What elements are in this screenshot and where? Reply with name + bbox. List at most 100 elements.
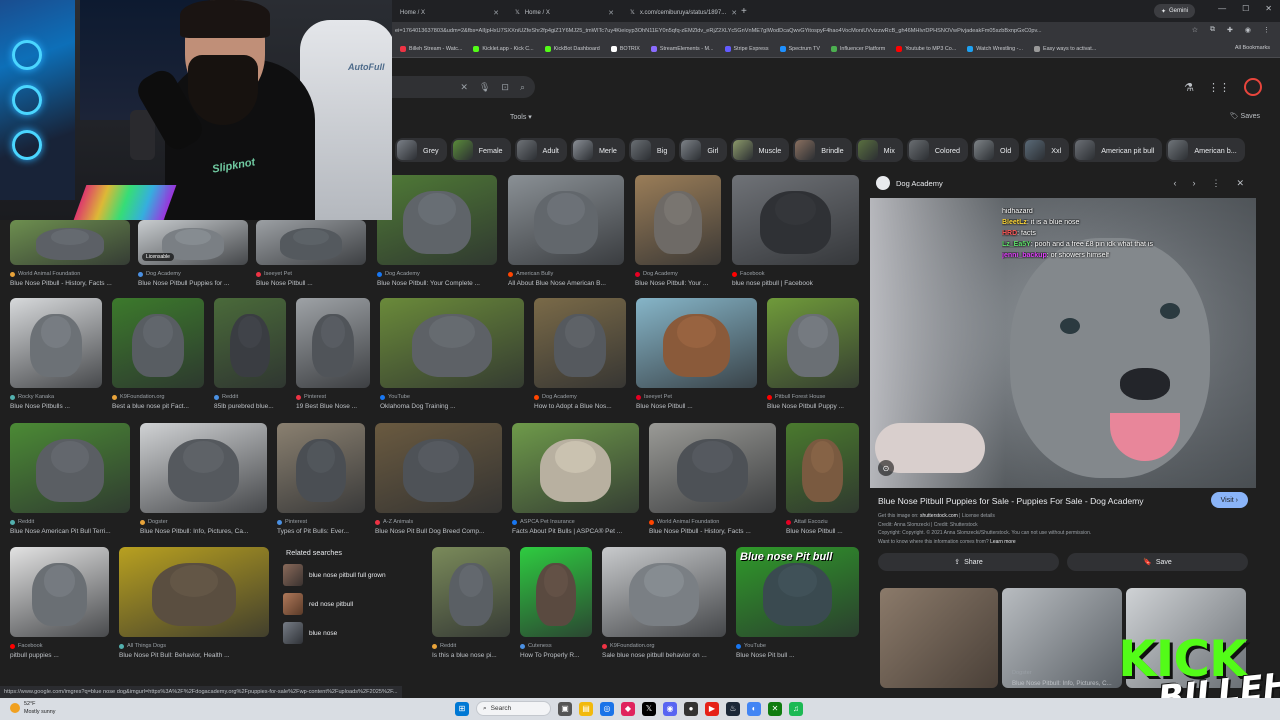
- discord-icon[interactable]: ◉: [663, 701, 677, 716]
- visit-button[interactable]: Visit ›: [1210, 492, 1248, 508]
- bookmark[interactable]: Stripe Express: [724, 45, 769, 52]
- windows-start-icon[interactable]: ⊞: [455, 701, 469, 716]
- result-source[interactable]: K9Foundation.org: [112, 394, 164, 400]
- close-tab-icon[interactable]: ✕: [731, 9, 737, 17]
- bookmark[interactable]: Easy ways to activat...: [1033, 45, 1096, 52]
- image-result[interactable]: Rocky Kanaka Blue Nose Pitbulls ...: [10, 298, 102, 418]
- new-tab-button[interactable]: +: [741, 6, 747, 17]
- image-result[interactable]: Blue nose Pit bull YouTube Blue Nose Pit b…: [736, 547, 859, 667]
- result-caption[interactable]: Best a blue nose pit Fact...: [112, 403, 212, 410]
- app-blue-icon[interactable]: ◐: [747, 701, 761, 716]
- image-result[interactable]: K9Foundation.org Best a blue nose pit Fac…: [112, 298, 204, 418]
- panel-title[interactable]: Blue Nose Pitbull Puppies for Sale - Pup…: [878, 496, 1144, 506]
- result-thumbnail[interactable]: [432, 547, 510, 637]
- result-caption[interactable]: Blue Nose Pitbull: Your Complete ...: [377, 280, 505, 287]
- related-search-item[interactable]: blue nose: [283, 622, 423, 644]
- image-result[interactable]: World Animal Foundation Blue Nose Pitbull…: [649, 423, 776, 543]
- result-caption[interactable]: Blue Nose Pit Bull: Behavior, Health ...: [119, 652, 277, 659]
- result-source[interactable]: K9Foundation.org: [602, 643, 654, 649]
- apps-grid-icon[interactable]: ⋮⋮: [1208, 81, 1230, 94]
- result-thumbnail[interactable]: [140, 423, 267, 513]
- x-app-icon[interactable]: 𝕏: [642, 701, 656, 716]
- weather-widget[interactable]: 52°F Mostly sunny: [10, 700, 55, 716]
- maximize-icon[interactable]: ☐: [1242, 4, 1249, 13]
- result-thumbnail[interactable]: [377, 175, 497, 265]
- minimize-icon[interactable]: —: [1218, 4, 1226, 13]
- url-text[interactable]: ei=1764013637803&udm=2&fbs=AIIjpHxU7SXXn…: [395, 28, 1160, 34]
- result-thumbnail[interactable]: [767, 298, 859, 388]
- result-thumbnail[interactable]: [732, 175, 859, 265]
- profile-icon[interactable]: ◉: [1245, 26, 1251, 34]
- tab-home-x-1[interactable]: Home / X ✕: [392, 4, 507, 22]
- bookmark[interactable]: StreamElements - M...: [650, 45, 714, 52]
- image-result[interactable]: Reddit 85lb purebred blue...: [214, 298, 286, 418]
- result-thumbnail[interactable]: [10, 423, 130, 513]
- learn-more-link[interactable]: Learn more: [990, 539, 1016, 545]
- result-source[interactable]: Attail Escoziu: [786, 519, 828, 525]
- result-caption[interactable]: 85lb purebred blue...: [214, 403, 294, 410]
- result-caption[interactable]: Oklahoma Dog Training ...: [380, 403, 532, 410]
- result-thumbnail[interactable]: [10, 220, 130, 265]
- avatar[interactable]: [1244, 78, 1262, 96]
- tab-home-x-2[interactable]: 𝕏 Home / X ✕: [507, 4, 622, 22]
- result-source[interactable]: Pinterest: [277, 519, 307, 525]
- result-source[interactable]: Reddit: [432, 643, 456, 649]
- result-caption[interactable]: Blue Nose Pit Bull Dog Breed Comp...: [375, 528, 510, 535]
- image-result[interactable]: Dog Academy How to Adopt a Blue Nos...: [534, 298, 626, 418]
- result-caption[interactable]: Blue Nose Pitbull Puppies for ...: [138, 280, 256, 287]
- result-source[interactable]: ASPCA Pet Insurance: [512, 519, 575, 525]
- result-thumbnail[interactable]: [508, 175, 624, 265]
- result-caption[interactable]: Blue Nose Pit bull ...: [736, 652, 867, 659]
- image-result[interactable]: ASPCA Pet Insurance Facts About Pit Bulls…: [512, 423, 639, 543]
- image-result[interactable]: Iseeyet Pet Blue Nose Pitbull ...: [256, 220, 366, 295]
- related-search-item[interactable]: blue nose pitbull full grown: [283, 564, 423, 586]
- result-caption[interactable]: Blue Nose Pitbull ...: [636, 403, 765, 410]
- bookmark[interactable]: Watch Wrestling -...: [967, 45, 1023, 52]
- image-result[interactable]: American Bully All About Blue Nose Americ…: [508, 175, 624, 295]
- image-result[interactable]: World Animal Foundation Blue Nose Pitbull…: [10, 220, 130, 295]
- shutterstock-link[interactable]: shutterstock.com: [920, 513, 958, 519]
- gemini-button[interactable]: ✦ Gemini: [1153, 4, 1195, 18]
- save-button[interactable]: 🔖 Save: [1067, 553, 1248, 571]
- result-thumbnail[interactable]: [10, 547, 109, 637]
- result-caption[interactable]: All About Blue Nose American B...: [508, 280, 632, 287]
- result-source[interactable]: YouTube: [736, 643, 766, 649]
- result-source[interactable]: World Animal Foundation: [10, 271, 80, 277]
- result-source[interactable]: Facebook: [732, 271, 765, 277]
- saves-button[interactable]: 🏷 Saves: [1230, 112, 1260, 120]
- result-source[interactable]: Facebook: [10, 643, 43, 649]
- image-result[interactable]: YouTube Oklahoma Dog Training ...: [380, 298, 524, 418]
- image-result[interactable]: Pinterest Types of Pit Bulls: Ever...: [277, 423, 365, 543]
- result-thumbnail[interactable]: [10, 298, 102, 388]
- more-options-icon[interactable]: ⋮: [1211, 178, 1220, 189]
- bookmark[interactable]: Kicklet.app - Kick C...: [473, 45, 534, 52]
- result-thumbnail[interactable]: [380, 298, 524, 388]
- bookmark[interactable]: Billeh Stream - Watc...: [400, 45, 462, 52]
- extensions-icon[interactable]: ⧉: [1210, 26, 1215, 34]
- panel-source[interactable]: Dog Academy: [876, 176, 943, 190]
- filter-chip[interactable]: American b...: [1166, 138, 1245, 162]
- star-icon[interactable]: ☆: [1192, 26, 1198, 34]
- close-tab-icon[interactable]: ✕: [493, 9, 499, 17]
- result-source[interactable]: World Animal Foundation: [649, 519, 719, 525]
- result-caption[interactable]: blue nose pitbull | Facebook: [732, 280, 867, 287]
- bookmark[interactable]: KickBot Dashboard: [544, 45, 600, 52]
- all-bookmarks-button[interactable]: All Bookmarks: [1235, 45, 1270, 51]
- bookmark[interactable]: Spectrum TV: [779, 45, 820, 52]
- result-caption[interactable]: Blue Nose Pitbulls ...: [10, 403, 110, 410]
- steam-icon[interactable]: ♨: [726, 701, 740, 716]
- result-source[interactable]: American Bully: [508, 271, 553, 277]
- image-result[interactable]: Reddit Blue Nose American Pit Bull Terri.…: [10, 423, 130, 543]
- result-caption[interactable]: How to Adopt a Blue Nos...: [534, 403, 634, 410]
- share-button[interactable]: ⇪ Share: [878, 553, 1059, 571]
- result-thumbnail[interactable]: [296, 298, 370, 388]
- image-result[interactable]: Dogster Blue Nose Pitbull: Info, Pictures…: [140, 423, 267, 543]
- image-result[interactable]: Dog Academy Blue Nose Pitbull Puppies for…: [138, 220, 248, 295]
- image-result[interactable]: Cuteness How To Properly R...: [520, 547, 592, 667]
- result-source[interactable]: A-Z Animals: [375, 519, 413, 525]
- result-caption[interactable]: Blue Nose Pitbull - History, Facts ...: [649, 528, 784, 535]
- result-caption[interactable]: Facts About Pit Bulls | ASPCA® Pet ...: [512, 528, 647, 535]
- result-source[interactable]: Reddit: [10, 519, 34, 525]
- result-caption[interactable]: Blue Nose American Pit Bull Terri...: [10, 528, 138, 535]
- result-thumbnail[interactable]: [256, 220, 366, 265]
